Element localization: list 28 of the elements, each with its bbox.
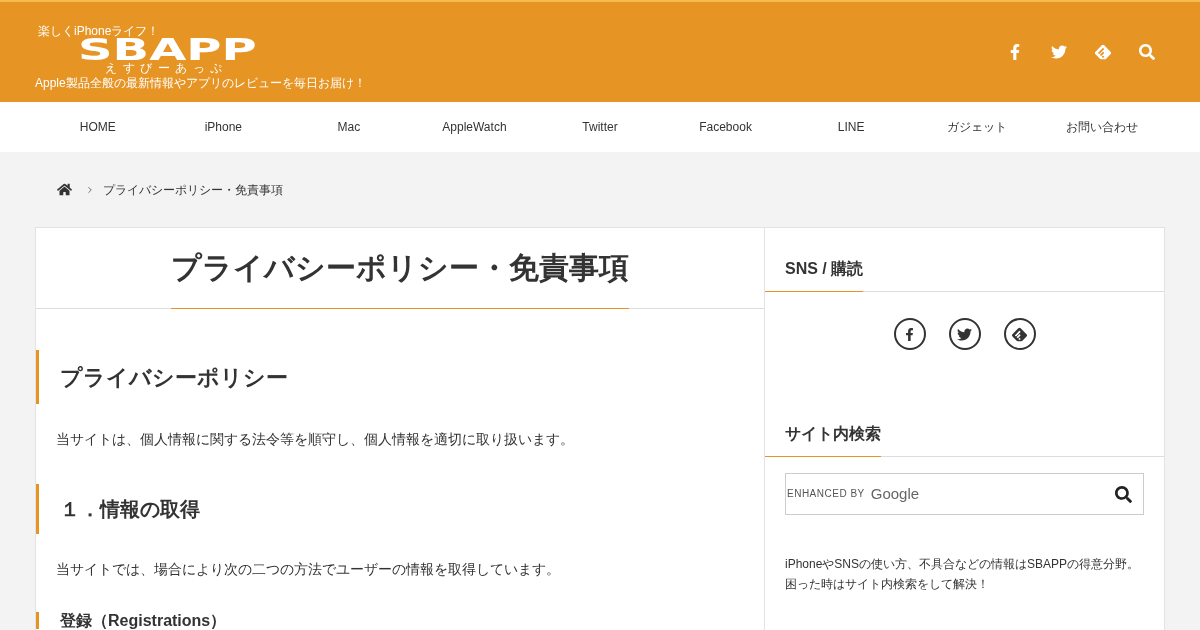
page-title: プライバシーポリシー・免責事項 [171, 248, 629, 309]
nav-link[interactable]: Facebook [699, 118, 752, 136]
search-field[interactable]: ENHANCED BY Google [785, 473, 1144, 515]
nav-link[interactable]: LINE [837, 118, 865, 136]
facebook-icon[interactable] [893, 318, 926, 350]
widget-description: iPhoneやSNSの使い方、不具合などの情報はSBAPPの得意分野。 困った時はサイト内検索をして解決！ [784, 556, 1141, 593]
nav-link[interactable]: AppleWatch [442, 118, 507, 136]
logo-reading: えすびーあっぷ [105, 62, 229, 74]
body-paragraph: 当サイトでは、場合により次の二つの方法でユーザーの情報を取得しています。 [55, 560, 561, 579]
nav-link[interactable]: Twitter [582, 118, 618, 136]
widget-title: SNS / 購読 [765, 258, 864, 292]
nav-link[interactable]: Mac [337, 118, 361, 136]
feed-icon[interactable] [1003, 318, 1036, 350]
home-icon[interactable] [57, 182, 72, 197]
body-paragraph: 当サイトは、個人情報に関する法令等を順守し、個人情報を適切に取り扱います。 [55, 430, 575, 449]
search-icon[interactable] [1115, 486, 1132, 503]
twitter-icon[interactable] [948, 318, 981, 350]
widget-title: サイト内検索 [765, 423, 881, 457]
site-tagline: 楽しくiPhoneライフ！ [38, 24, 161, 38]
nav-link[interactable]: iPhone [204, 118, 242, 136]
search-hint-brand: Google [870, 485, 920, 503]
nav-link[interactable]: HOME [79, 118, 116, 136]
breadcrumb-current: プライバシーポリシー・免責事項 [103, 181, 283, 199]
nav-link[interactable]: お問い合わせ [1066, 118, 1139, 136]
chevron-icon [85, 184, 95, 195]
nav-link[interactable]: ガジェット [946, 118, 1007, 136]
site-description: Apple製品全般の最新情報やアプリのレビューを毎日お届け！ [35, 76, 366, 90]
search-hint-label: ENHANCED BY [786, 488, 865, 500]
